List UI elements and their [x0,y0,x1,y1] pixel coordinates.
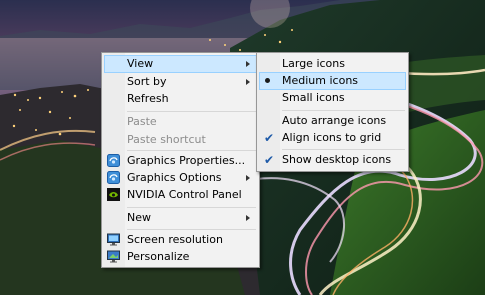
menu-item-graphics-properties-label: Graphics Properties... [127,154,246,167]
submenu-item-align-icons-to-grid[interactable]: ✔ Align icons to grid [259,129,406,147]
menu-item-personalize-label: Personalize [127,250,190,263]
intel-graphics-icon [107,154,120,167]
menu-separator [127,207,256,208]
menu-item-paste-shortcut: Paste shortcut [104,131,257,149]
menu-item-graphics-options-label: Graphics Options [127,171,222,184]
checkmark-icon: ✔ [263,153,275,167]
intel-graphics-icon [107,171,120,184]
submenu-item-auto-arrange-icons-label: Auto arrange icons [282,114,387,127]
submenu-item-small-icons-label: Small icons [282,91,345,104]
menu-item-view-label: View [127,57,154,70]
menu-separator [127,229,256,230]
menu-item-screen-resolution[interactable]: Screen resolution [104,231,257,249]
submenu-item-medium-icons[interactable]: Medium icons [259,72,406,90]
menu-item-graphics-options[interactable]: Graphics Options [104,169,257,187]
menu-item-new-label: New [127,211,151,224]
nvidia-icon [107,188,120,201]
submenu-item-medium-icons-label: Medium icons [282,74,359,87]
menu-item-refresh[interactable]: Refresh [104,90,257,108]
menu-item-paste-label: Paste [127,115,157,128]
menu-item-refresh-label: Refresh [127,92,169,105]
submenu-item-auto-arrange-icons[interactable]: Auto arrange icons [259,112,406,130]
menu-separator [127,150,256,151]
submenu-arrow-icon [246,79,250,85]
personalize-icon [107,250,120,263]
checkmark-icon: ✔ [263,131,275,145]
menu-item-paste-shortcut-label: Paste shortcut [127,133,206,146]
menu-item-sort-by-label: Sort by [127,75,167,88]
submenu-item-align-icons-to-grid-label: Align icons to grid [282,131,382,144]
submenu-item-show-desktop-icons[interactable]: ✔ Show desktop icons [259,151,406,169]
submenu-item-show-desktop-icons-label: Show desktop icons [282,153,392,166]
submenu-item-large-icons[interactable]: Large icons [259,55,406,73]
menu-item-screen-resolution-label: Screen resolution [127,233,223,246]
submenu-arrow-icon [246,215,250,221]
menu-separator [282,149,405,150]
desktop-context-menu: View Sort by Refresh Paste Paste shortcu… [101,52,260,268]
submenu-arrow-icon [246,61,250,67]
screen-resolution-icon [107,233,120,246]
view-submenu: Large icons Medium icons Small icons Aut… [256,52,409,172]
menu-item-graphics-properties[interactable]: Graphics Properties... [104,152,257,170]
menu-item-nvidia-control-panel[interactable]: NVIDIA Control Panel [104,186,257,204]
submenu-item-large-icons-label: Large icons [282,57,345,70]
menu-item-personalize[interactable]: Personalize [104,248,257,266]
menu-item-nvidia-control-panel-label: NVIDIA Control Panel [127,188,242,201]
menu-item-paste: Paste [104,113,257,131]
menu-item-view[interactable]: View [104,55,257,73]
menu-separator [282,110,405,111]
submenu-item-small-icons[interactable]: Small icons [259,89,406,107]
menu-item-sort-by[interactable]: Sort by [104,73,257,91]
radio-bullet-icon [265,78,270,83]
menu-item-new[interactable]: New [104,209,257,227]
menu-separator [127,111,256,112]
submenu-arrow-icon [246,175,250,181]
